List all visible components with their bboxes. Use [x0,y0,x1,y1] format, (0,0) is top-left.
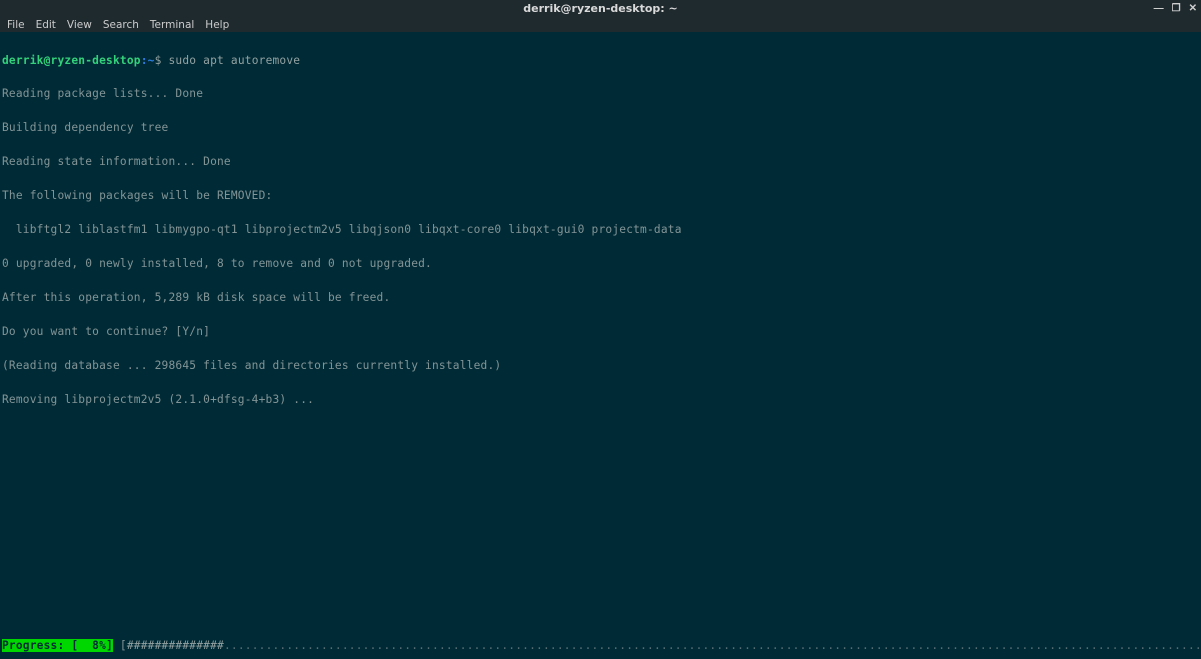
menu-edit[interactable]: Edit [36,19,56,31]
output-line: Building dependency tree [2,122,1201,133]
menu-search[interactable]: Search [103,19,139,31]
prompt-userhost: derrik@ryzen-desktop [2,54,141,67]
output-line: Removing libprojectm2v5 (2.1.0+dfsg-4+b3… [2,394,1201,405]
output-line: 0 upgraded, 0 newly installed, 8 to remo… [2,258,1201,269]
menu-file[interactable]: File [7,19,25,31]
output-line: Reading state information... Done [2,156,1201,167]
output-line: The following packages will be REMOVED: [2,190,1201,201]
window-controls: — ❐ ✕ [1154,0,1197,17]
terminal-viewport[interactable]: derrik@ryzen-desktop:~$ sudo apt autorem… [0,32,1201,659]
menu-help[interactable]: Help [205,19,229,31]
output-line: After this operation, 5,289 kB disk spac… [2,292,1201,303]
output-line: Reading package lists... Done [2,88,1201,99]
output-line: Do you want to continue? [Y/n] [2,326,1201,337]
output-line: (Reading database ... 298645 files and d… [2,360,1201,371]
output-line: libftgl2 liblastfm1 libmygpo-qt1 libproj… [2,224,1201,235]
progress-filled: ############## [127,639,224,652]
menubar: File Edit View Search Terminal Help [0,17,1201,32]
prompt-line: derrik@ryzen-desktop:~$ sudo apt autorem… [2,55,1201,66]
close-icon[interactable]: ✕ [1189,3,1197,14]
menu-view[interactable]: View [67,19,92,31]
terminal-output: derrik@ryzen-desktop:~$ sudo apt autorem… [0,32,1201,427]
progress-remaining: ........................................… [224,639,1201,652]
apt-progress-bar: Progress: [ 8%] [##############.........… [2,640,1199,652]
progress-percent-label: Progress: [ 8%] [2,639,113,652]
maximize-icon[interactable]: ❐ [1172,3,1181,14]
window-titlebar: derrik@ryzen-desktop: ~ — ❐ ✕ [0,0,1201,17]
progress-open-bracket: [ [113,639,127,652]
prompt-path: ~ [148,54,155,67]
command-text: sudo apt autoremove [168,54,300,67]
menu-terminal[interactable]: Terminal [150,19,194,31]
prompt-separator: $ [155,54,169,67]
prompt-colon: : [141,54,148,67]
window-title: derrik@ryzen-desktop: ~ [523,2,677,15]
minimize-icon[interactable]: — [1154,3,1164,14]
